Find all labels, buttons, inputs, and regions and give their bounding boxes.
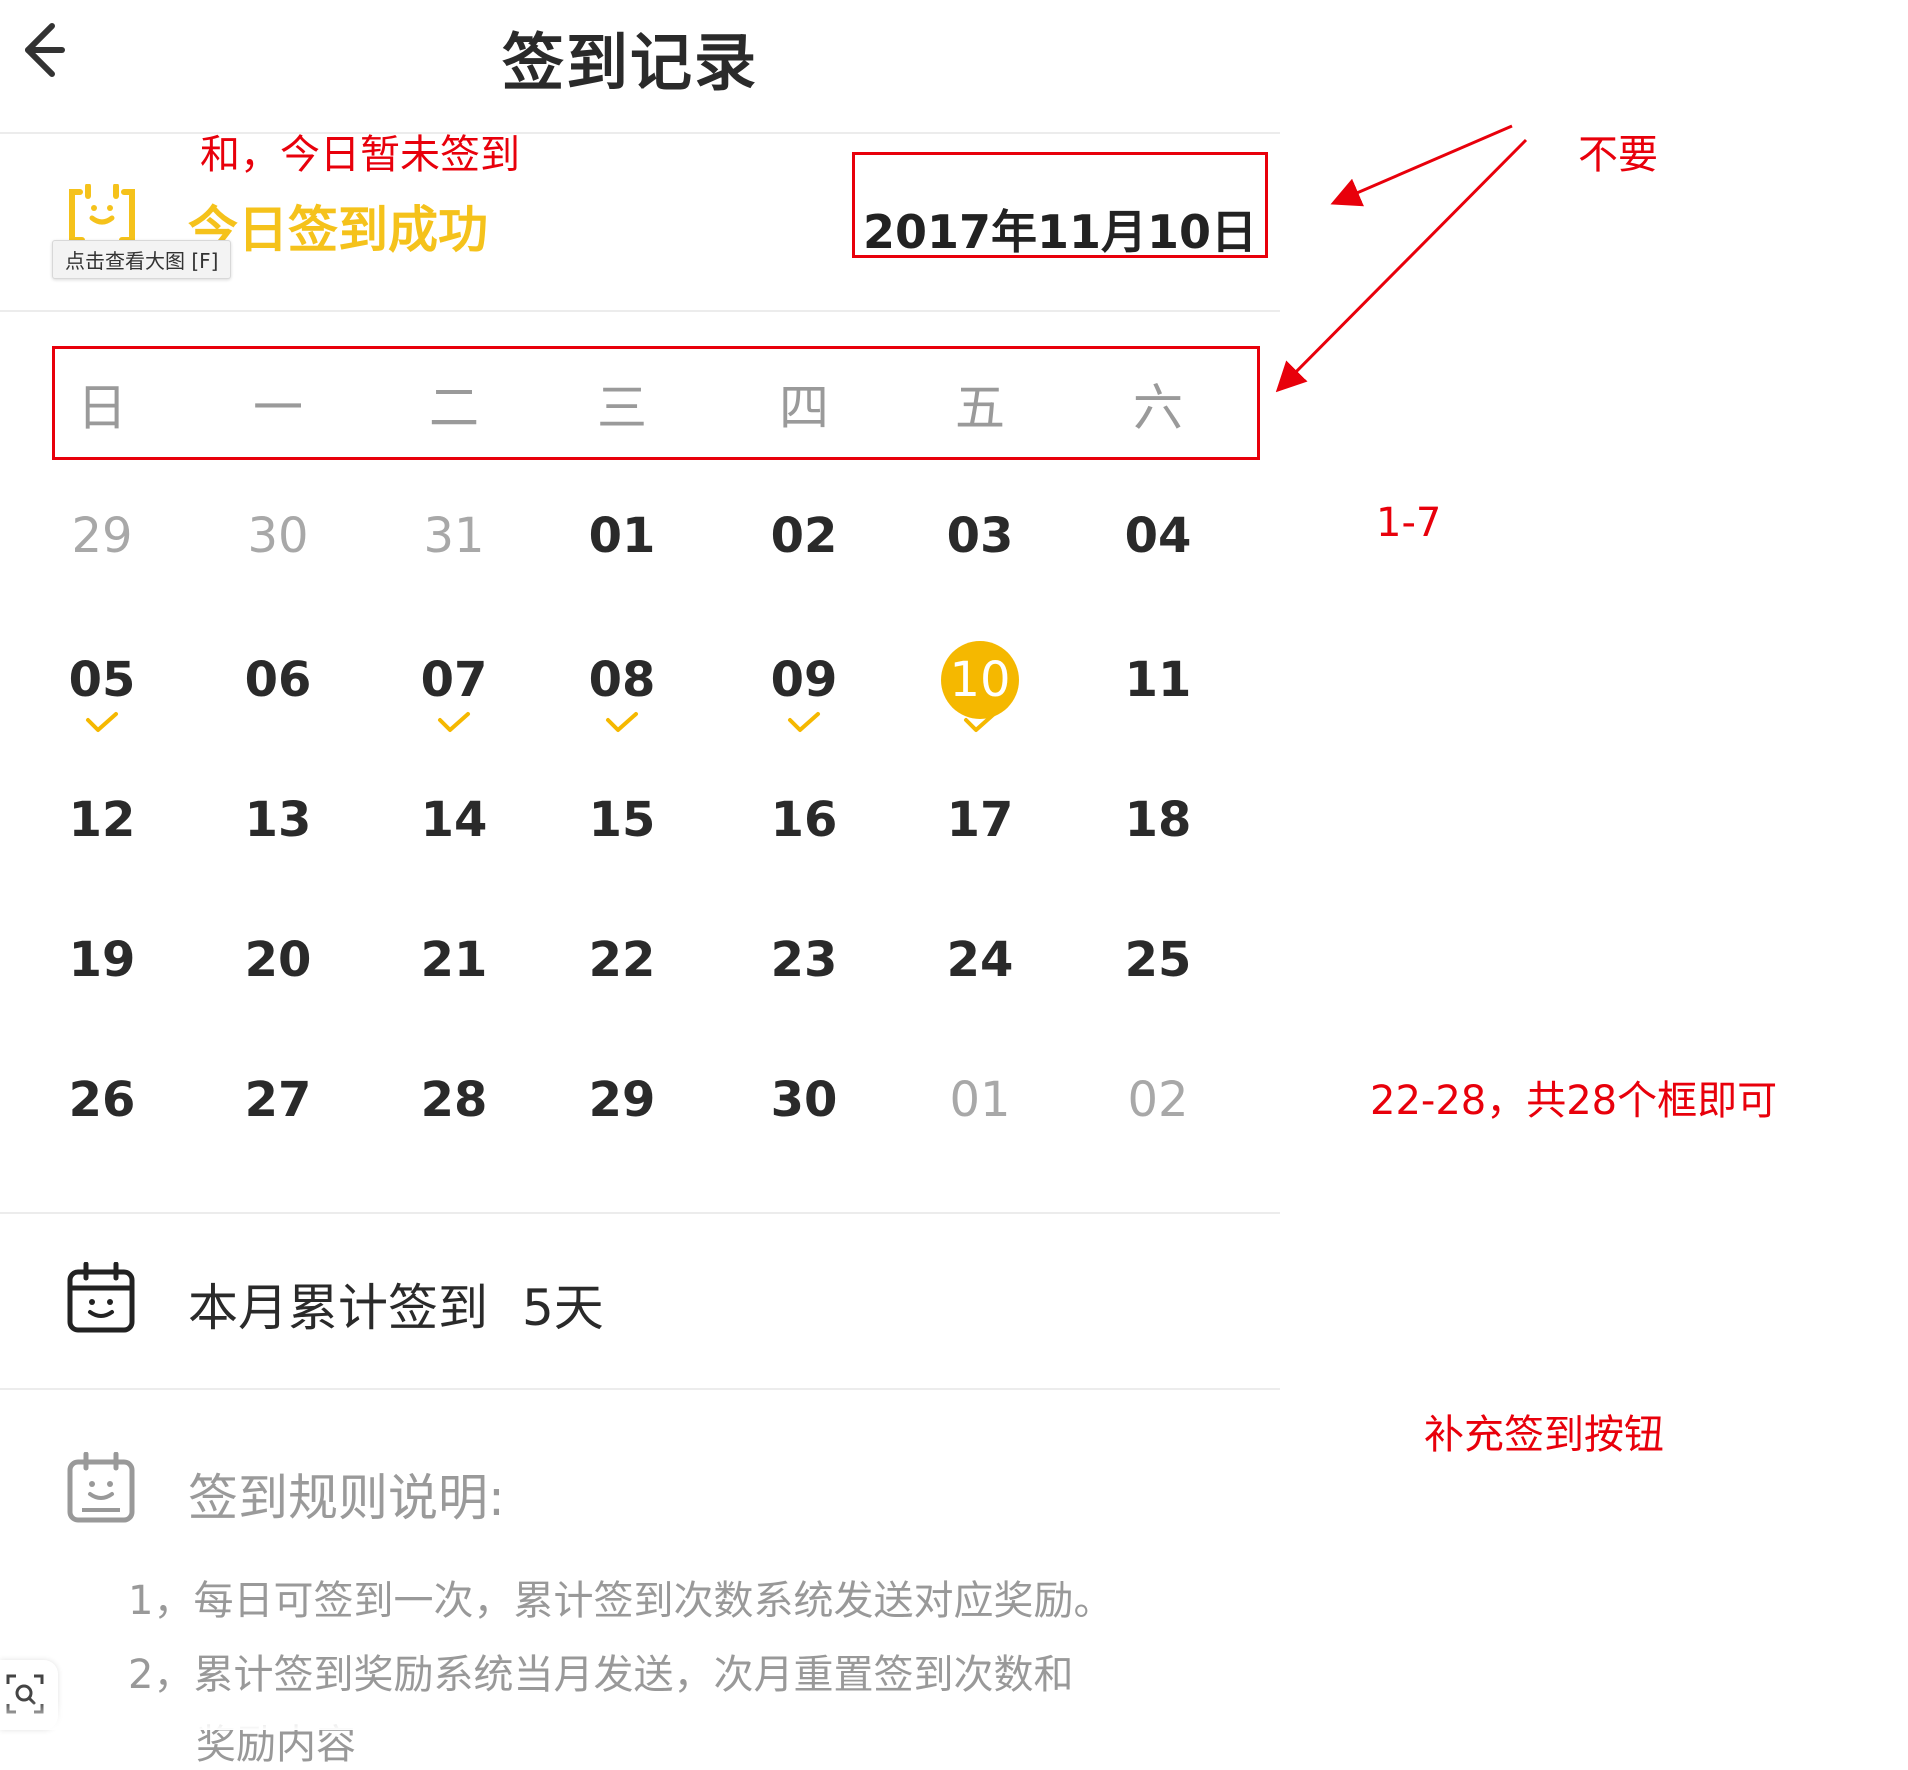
annotation-arrow-date	[1330, 124, 1513, 207]
annotation-arrows	[1275, 124, 1528, 393]
annotation-arrow-weekdays	[1275, 138, 1528, 393]
